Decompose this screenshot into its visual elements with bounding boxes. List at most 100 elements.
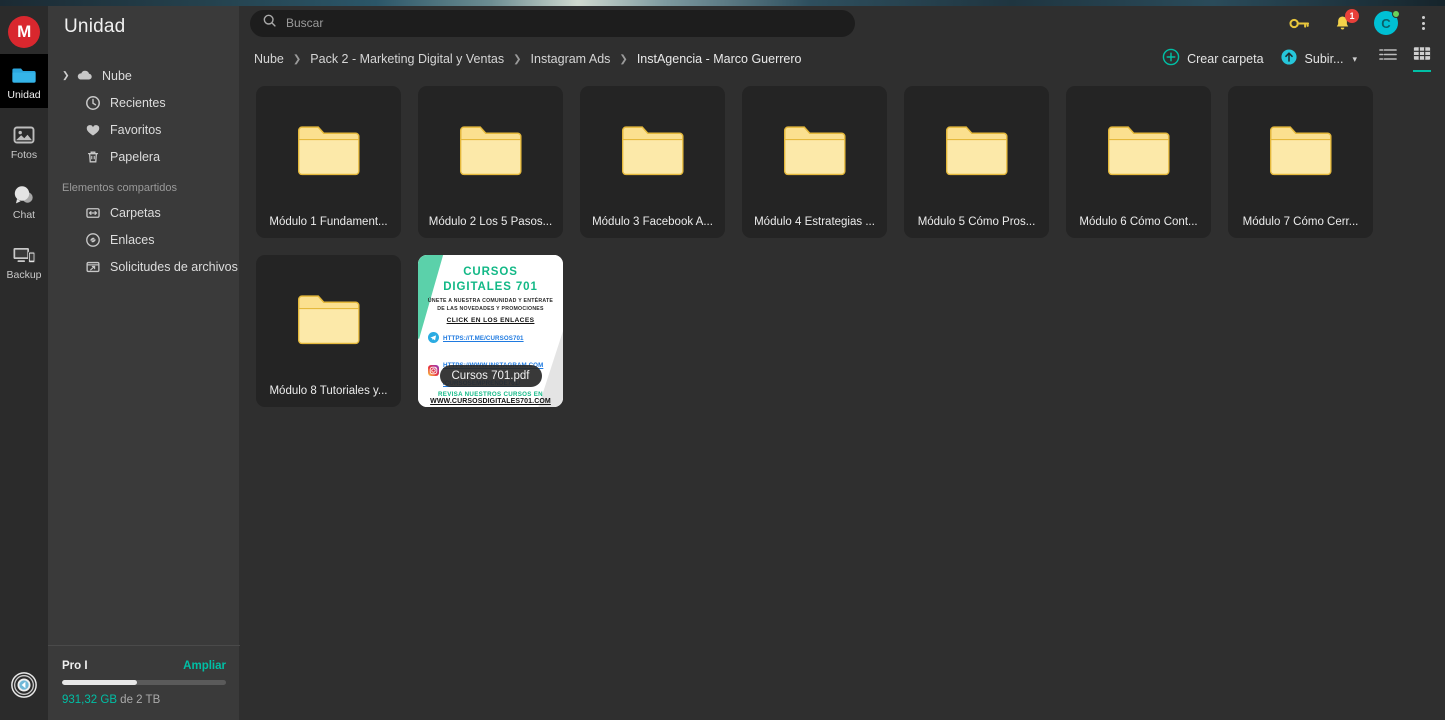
breadcrumb-item-2[interactable]: Instagram Ads xyxy=(531,52,611,66)
folder-name: Módulo 4 Estrategias ... xyxy=(754,216,875,228)
folder-name: Módulo 1 Fundament... xyxy=(269,216,388,228)
rail-item-label: Backup xyxy=(6,269,42,281)
folder-tile[interactable]: Módulo 1 Fundament... xyxy=(256,86,401,238)
chevron-right-icon[interactable]: ❯ xyxy=(62,71,70,80)
pdf-title-line1: CURSOS xyxy=(463,266,518,278)
breadcrumb-item-3[interactable]: InstAgencia - Marco Guerrero xyxy=(637,52,802,66)
clock-icon xyxy=(84,94,101,111)
toolbar-actions: Crear carpeta Subir... ▾ xyxy=(1162,46,1431,72)
avatar-initial: C xyxy=(1381,15,1391,31)
sidebar-nav: ❯ Nube Recientes Favoritos Papelera Elem… xyxy=(48,62,239,280)
create-folder-label: Crear carpeta xyxy=(1187,52,1264,66)
folder-tile[interactable]: Módulo 7 Cómo Cerr... xyxy=(1228,86,1373,238)
breadcrumb-item-1[interactable]: Pack 2 - Marketing Digital y Ventas xyxy=(310,52,504,66)
pdf-subtitle-line2: DE LAS NOVEDADES Y PROMOCIONES xyxy=(437,305,544,312)
rewind-circle-icon[interactable] xyxy=(10,671,38,704)
grid-view-icon[interactable] xyxy=(1413,46,1431,72)
sidebar-item-label: Carpetas xyxy=(110,205,161,220)
folder-name: Módulo 6 Cómo Cont... xyxy=(1079,216,1198,228)
folder-name: Módulo 8 Tutoriales y... xyxy=(269,385,388,397)
storage-progress-bar xyxy=(62,680,226,685)
folder-icon xyxy=(458,124,524,183)
upload-button[interactable]: Subir... ▾ xyxy=(1280,48,1357,71)
breadcrumb-separator-icon: ❯ xyxy=(513,53,522,65)
search-bar[interactable]: Buscar xyxy=(250,9,855,37)
folder-tile[interactable]: Módulo 6 Cómo Cont... xyxy=(1066,86,1211,238)
telegram-icon xyxy=(428,330,439,348)
file-request-icon xyxy=(84,258,101,275)
folder-tile[interactable]: Módulo 3 Facebook A... xyxy=(580,86,725,238)
folder-icon xyxy=(1268,124,1334,183)
pdf-title-line2: DIGITALES 701 xyxy=(443,280,538,293)
sidebar-item-label: Recientes xyxy=(110,95,166,110)
pdf-click-text: CLICK EN LOS ENLACES xyxy=(446,317,535,324)
sidebar-item-papelera[interactable]: Papelera xyxy=(48,143,239,170)
bell-icon[interactable]: 1 xyxy=(1333,8,1359,33)
pdf-footer-line1: REVISA NUESTROS CURSOS EN xyxy=(438,391,543,398)
chevron-down-icon[interactable]: ▾ xyxy=(1352,54,1357,65)
folder-tile[interactable]: Módulo 8 Tutoriales y... xyxy=(256,255,401,407)
link-icon xyxy=(84,231,101,248)
sidebar-item-label: Solicitudes de archivos xyxy=(110,259,238,274)
telegram-link: HTTPS://T.ME/CURSOS701 xyxy=(443,334,524,342)
view-toggle xyxy=(1379,46,1431,72)
online-status-dot xyxy=(1392,10,1400,18)
folder-tile[interactable]: Módulo 5 Cómo Pros... xyxy=(904,86,1049,238)
sidebar-item-carpetas[interactable]: Carpetas xyxy=(48,199,239,226)
folder-name: Módulo 5 Cómo Pros... xyxy=(917,216,1036,228)
folder-tile[interactable]: Módulo 4 Estrategias ... xyxy=(742,86,887,238)
sidebar-item-nube[interactable]: ❯ Nube xyxy=(48,62,239,89)
folder-icon xyxy=(296,124,362,183)
plus-circle-icon xyxy=(1162,48,1180,71)
sidebar-item-label: Favoritos xyxy=(110,122,162,137)
top-bar: Buscar 1 C xyxy=(240,0,1445,46)
folder-tile[interactable]: Módulo 2 Los 5 Pasos... xyxy=(418,86,563,238)
create-folder-button[interactable]: Crear carpeta xyxy=(1162,48,1264,71)
sidebar-item-recientes[interactable]: Recientes xyxy=(48,89,239,116)
backup-devices-icon xyxy=(11,243,37,267)
sidebar-section-label: Elementos compartidos xyxy=(62,182,177,194)
breadcrumb: Nube ❯ Pack 2 - Marketing Digital y Vent… xyxy=(254,52,801,66)
sidebar-item-favoritos[interactable]: Favoritos xyxy=(48,116,239,143)
storage-plan-label: Pro I xyxy=(62,660,88,672)
telegram-link-row: HTTPS://T.ME/CURSOS701 xyxy=(424,330,557,348)
rail-item-label: Unidad xyxy=(7,89,41,101)
notification-badge: 1 xyxy=(1345,8,1359,23)
rail-item-fotos[interactable]: Fotos xyxy=(0,114,48,168)
folder-name: Módulo 2 Los 5 Pasos... xyxy=(428,216,553,228)
avatar[interactable]: C xyxy=(1374,10,1400,35)
rail-item-label: Chat xyxy=(12,209,36,221)
storage-total-value: de 2 TB xyxy=(116,694,161,706)
upgrade-link[interactable]: Ampliar xyxy=(183,660,226,672)
folder-icon xyxy=(296,293,362,352)
drive-folder-icon xyxy=(11,63,37,87)
sidebar-item-label: Nube xyxy=(102,68,132,83)
pdf-footer-line2: WWW.CURSOSDIGITALES701.COM xyxy=(430,398,551,405)
folder-icon xyxy=(782,124,848,183)
kebab-menu-icon[interactable] xyxy=(1420,14,1427,32)
rail-item-chat[interactable]: Chat xyxy=(0,174,48,228)
breadcrumb-separator-icon: ❯ xyxy=(292,53,302,65)
key-icon[interactable] xyxy=(1289,15,1311,32)
search-input[interactable]: Buscar xyxy=(286,16,323,30)
file-grid: Módulo 1 Fundament... Módulo 2 Los 5 Paso… xyxy=(240,72,1445,407)
breadcrumb-separator-icon: ❯ xyxy=(619,53,628,65)
rail-item-backup[interactable]: Backup xyxy=(0,234,48,288)
mega-logo[interactable]: M xyxy=(8,16,40,48)
browser-background-strip xyxy=(0,0,1445,6)
sidebar-item-solicitudes-de-archivos[interactable]: Solicitudes de archivos xyxy=(48,253,239,280)
storage-summary: Pro I Ampliar 931,32 GB de 2 TB xyxy=(48,645,240,720)
sidebar-item-label: Papelera xyxy=(110,149,161,164)
breadcrumb-row: Nube ❯ Pack 2 - Marketing Digital y Vent… xyxy=(240,46,1445,72)
rail-item-unidad[interactable]: Unidad xyxy=(0,54,48,108)
folder-icon xyxy=(620,124,686,183)
sidebar-item-enlaces[interactable]: Enlaces xyxy=(48,226,239,253)
breadcrumb-item-0[interactable]: Nube xyxy=(254,52,284,66)
rail-bottom-area xyxy=(0,671,48,704)
folder-icon xyxy=(1106,124,1172,183)
storage-used-value: 931,32 GB xyxy=(62,694,117,706)
folder-icon xyxy=(944,124,1010,183)
folder-name: Módulo 7 Cómo Cerr... xyxy=(1242,216,1359,228)
list-view-icon[interactable] xyxy=(1379,47,1397,71)
pdf-file-tile[interactable]: CURSOS DIGITALES 701 ÚNETE A NUESTRA COMUN… xyxy=(418,255,563,407)
